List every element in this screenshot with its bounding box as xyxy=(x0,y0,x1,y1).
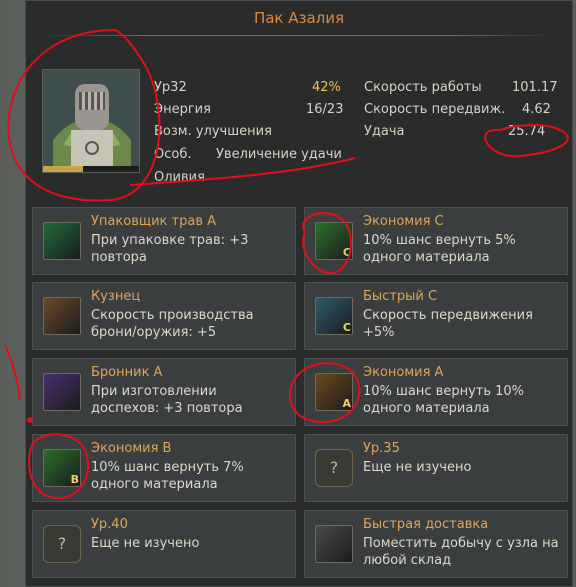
worker-info-panel: Пак Азалия Ур32 42% Энергия 16/23 Возм. … xyxy=(25,0,573,587)
skill-card[interactable]: A Экономия A 10% шанс вернуть 10% одного м… xyxy=(304,358,568,426)
skill-name: Ур.35 xyxy=(363,441,400,456)
skill-name: Упаковщик трав A xyxy=(91,214,217,229)
skill-card[interactable]: Упаковщик трав A При упаковке трав: +3 по… xyxy=(32,207,296,275)
worker-name: Оливия xyxy=(154,170,205,185)
skill-name: Кузнец xyxy=(91,289,141,304)
knight-helmet-icon xyxy=(43,70,139,168)
panel-title: Пак Азалия xyxy=(253,9,345,27)
armorer-icon xyxy=(43,373,81,411)
skill-name: Ур.40 xyxy=(91,517,128,532)
skill-description: 10% шанс вернуть 7% одного материала xyxy=(91,460,244,492)
skill-card[interactable]: Бронник A При изготовлении доспехов: +3 п… xyxy=(32,358,296,426)
question-icon: ? xyxy=(315,449,353,487)
special-label: Особ. xyxy=(154,147,192,162)
skill-card[interactable]: Быстрая доставка Поместить добычу с узла … xyxy=(304,510,568,578)
luck-label: Удача xyxy=(364,124,405,139)
skill-name: Бронник A xyxy=(91,365,163,380)
energy-label: Энергия xyxy=(154,102,211,117)
skill-grade-badge: B xyxy=(70,473,79,486)
question-glyph: ? xyxy=(57,534,67,553)
energy-value: 16/23 xyxy=(306,102,344,117)
blacksmith-icon xyxy=(43,297,81,335)
move-speed-label: Скорость передвиж. xyxy=(364,102,506,117)
skill-description: При упаковке трав: +3 повтора xyxy=(91,233,249,265)
skill-card[interactable]: B Экономия B 10% шанс вернуть 7% одного ма… xyxy=(32,434,296,502)
skill-grade-badge: C xyxy=(342,246,351,259)
skill-description: Поместить добычу с узла на любой склад xyxy=(363,536,559,568)
work-speed-value: 101.17 xyxy=(512,80,558,95)
skill-grade-badge: A xyxy=(342,397,351,410)
skill-description: При изготовлении доспехов: +3 повтора xyxy=(91,384,243,416)
skill-name: Экономия C xyxy=(363,214,444,229)
skill-card[interactable]: C Экономия C 10% шанс вернуть 5% одного ма… xyxy=(304,207,568,275)
economy-b-icon: B xyxy=(43,449,81,487)
skill-name: Экономия A xyxy=(363,365,444,380)
skill-description: Еще не изучено xyxy=(91,536,200,551)
skill-description: Скорость передвижения +5% xyxy=(363,308,533,340)
skill-description: 10% шанс вернуть 10% одного материала xyxy=(363,384,525,416)
skill-grade-badge: C xyxy=(342,321,351,334)
economy-a-icon: A xyxy=(315,373,353,411)
worker-level: Ур32 xyxy=(154,80,187,95)
skill-card[interactable]: C Быстрый C Скорость передвижения +5% xyxy=(304,282,568,350)
skill-name: Экономия B xyxy=(91,441,172,456)
fast-c-icon: C xyxy=(315,297,353,335)
question-icon: ? xyxy=(43,525,81,563)
luck-value: 25.74 xyxy=(508,124,546,139)
economy-c-icon: C xyxy=(315,222,353,260)
skill-name: Быстрый C xyxy=(363,289,438,304)
skill-card[interactable]: ? Ур.35 Еще не изучено xyxy=(304,434,568,502)
worker-level-percent: 42% xyxy=(312,80,341,95)
worker-portrait xyxy=(42,69,140,173)
herb-pack-icon xyxy=(43,222,81,260)
special-value: Увеличение удачи xyxy=(216,147,342,162)
skill-description: 10% шанс вернуть 5% одного материала xyxy=(363,233,516,265)
title-divider xyxy=(42,35,556,36)
fast-delivery-icon xyxy=(315,525,353,563)
skill-name: Быстрая доставка xyxy=(363,517,489,532)
skill-description: Еще не изучено xyxy=(363,460,472,475)
move-speed-value: 4.62 xyxy=(522,102,551,117)
work-speed-label: Скорость работы xyxy=(364,80,482,95)
worker-progress-fill xyxy=(43,166,84,172)
skill-card[interactable]: Кузнец Скорость производства брони/оружия… xyxy=(32,282,296,350)
skill-card[interactable]: ? Ур.40 Еще не изучено xyxy=(32,510,296,578)
question-glyph: ? xyxy=(329,458,339,477)
skill-description: Скорость производства брони/оружия: +5 xyxy=(91,308,254,340)
upgrades-label: Возм. улучшения xyxy=(154,124,272,139)
worker-progress-bar xyxy=(43,166,139,172)
